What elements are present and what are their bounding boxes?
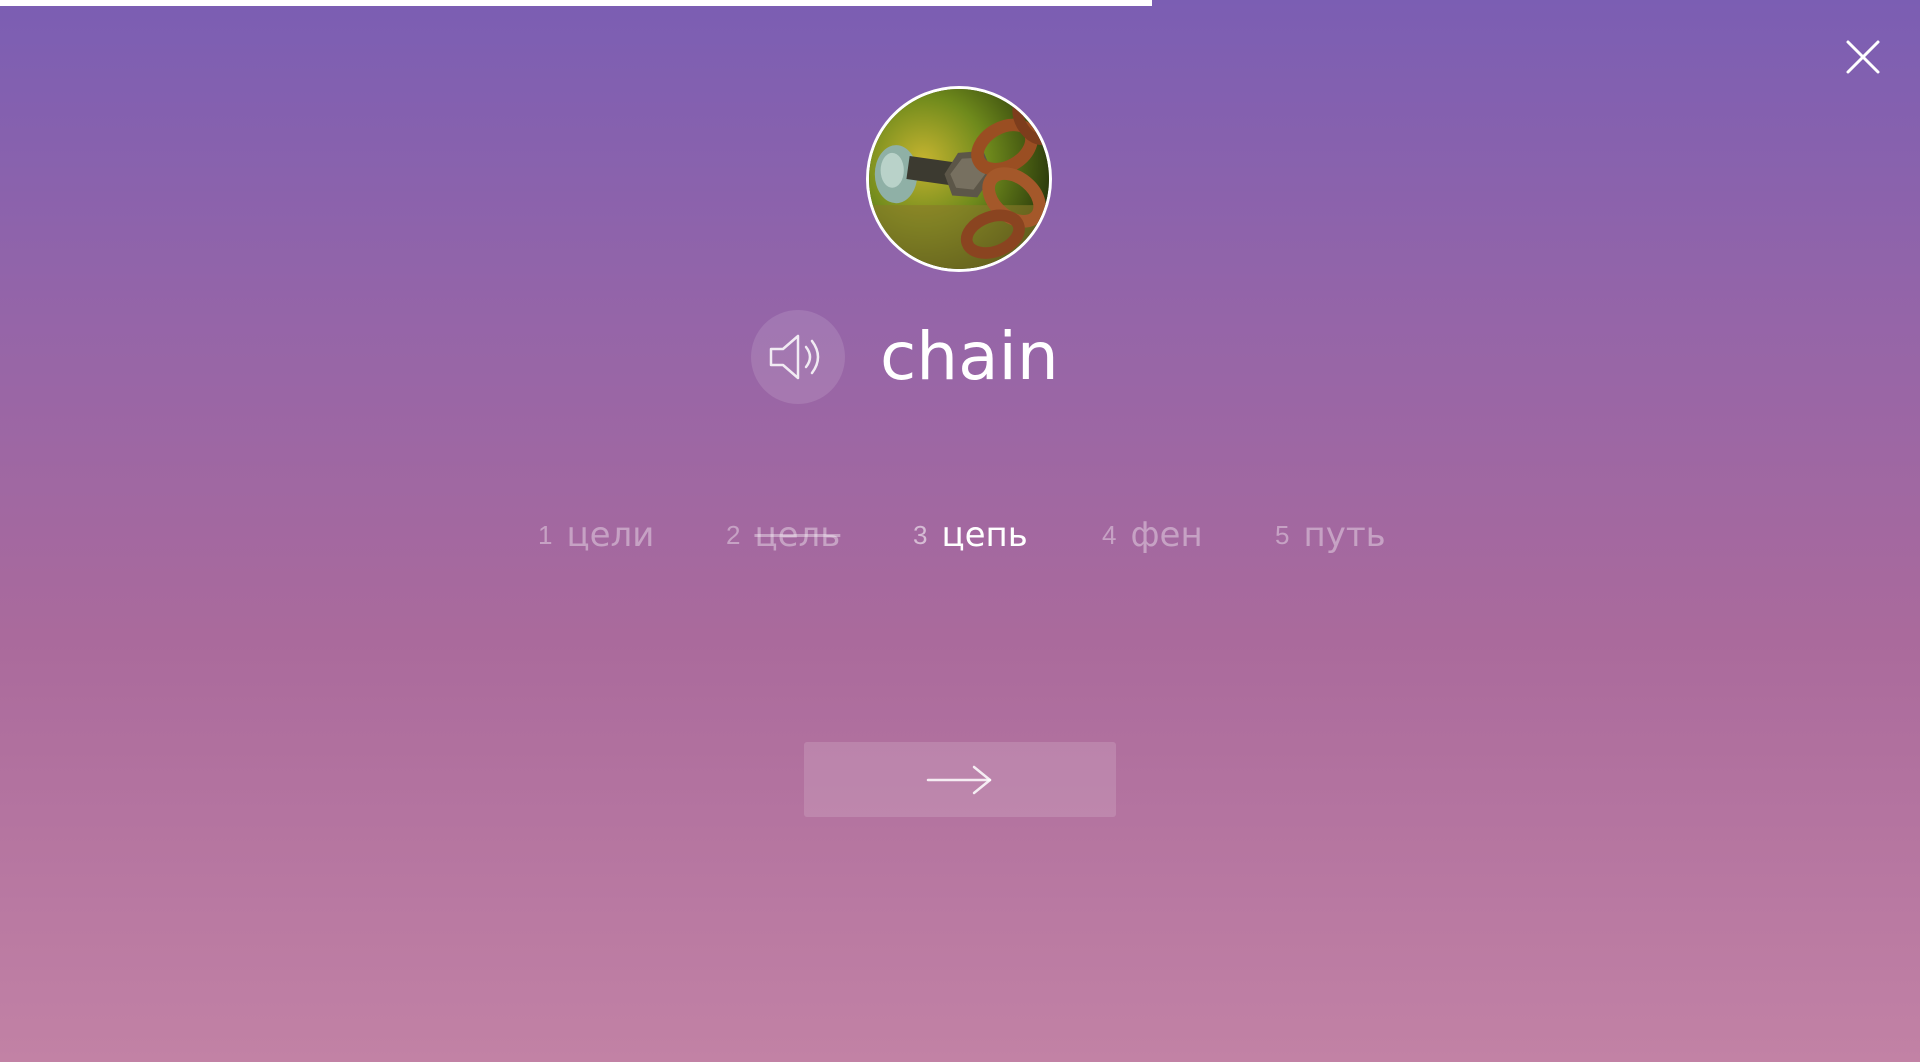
option-number: 4	[1102, 520, 1117, 550]
progress-fill	[0, 0, 1152, 6]
option-label: цепь	[941, 515, 1028, 555]
option-label: цели	[566, 515, 655, 555]
option-number: 5	[1275, 520, 1290, 550]
progress-bar	[0, 0, 1920, 6]
option-number: 2	[726, 520, 741, 550]
speaker-icon	[769, 334, 820, 380]
answer-options: 1 цели 2 цель 3 цепь 4 фен 5 путь	[0, 510, 1920, 560]
arrow-right-icon	[926, 765, 992, 795]
word-image	[866, 86, 1052, 272]
answer-option-3[interactable]: 3 цепь	[913, 510, 1028, 560]
option-label: цель	[754, 515, 841, 555]
next-button[interactable]	[804, 742, 1116, 817]
answer-option-2[interactable]: 2 цель	[726, 510, 840, 560]
chain-photo-icon	[869, 89, 1049, 269]
answer-option-4[interactable]: 4 фен	[1102, 510, 1203, 560]
target-word: chain	[880, 318, 1059, 395]
option-label: путь	[1303, 515, 1386, 555]
sound-button[interactable]	[751, 310, 845, 404]
answer-option-1[interactable]: 1 цели	[538, 510, 654, 560]
option-label: фен	[1130, 515, 1203, 555]
option-number: 1	[538, 520, 553, 550]
close-icon	[1846, 40, 1880, 74]
answer-option-5[interactable]: 5 путь	[1275, 510, 1386, 560]
option-number: 3	[913, 520, 928, 550]
close-button[interactable]	[1842, 36, 1884, 78]
